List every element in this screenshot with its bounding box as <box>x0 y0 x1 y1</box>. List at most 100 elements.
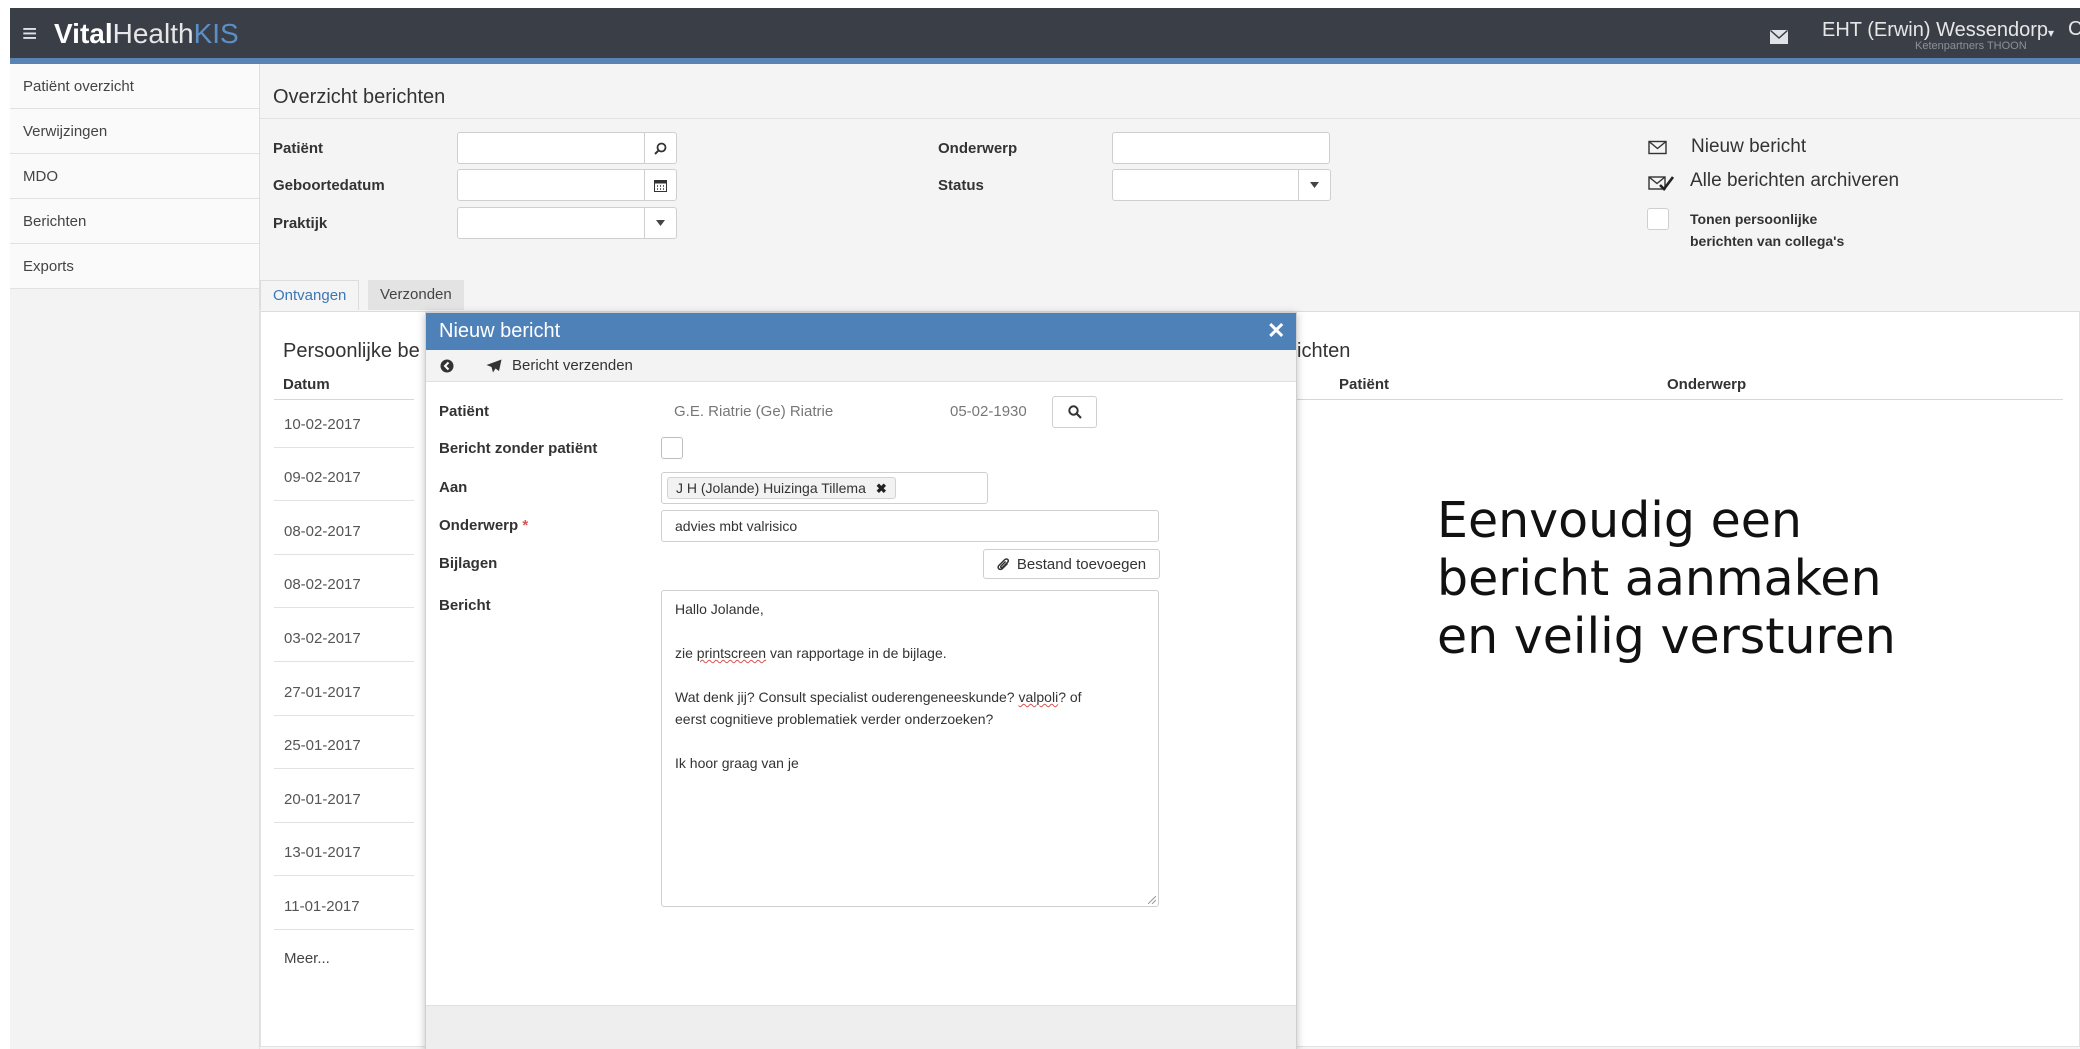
recipient-chip: J H (Jolande) Huizinga Tillema ✖ <box>667 477 896 499</box>
dialog-title: Nieuw bericht <box>439 320 561 342</box>
dialog-patient-dob: 05-02-1930 <box>950 403 1027 420</box>
table-row-date[interactable]: 03-02-2017 <box>284 630 361 647</box>
filter-patient-input[interactable] <box>457 132 645 164</box>
calendar-icon <box>654 179 667 192</box>
caret-down-icon <box>1310 182 1319 188</box>
message-text: Wat denk jij? Consult specialist ouderen… <box>675 689 1019 705</box>
promo-tagline-line2: bericht aanmaken <box>1437 550 1882 607</box>
brand-part-kis: KIS <box>193 18 239 49</box>
send-message-button[interactable]: Bericht verzenden <box>512 357 633 374</box>
add-file-button[interactable]: Bestand toevoegen <box>983 549 1160 579</box>
header-extra-icon[interactable]: C <box>2068 18 2080 41</box>
dialog-header: Nieuw bericht ✕ <box>426 313 1296 350</box>
message-line: eerst cognitieve problematiek verder ond… <box>675 711 994 727</box>
to-label: Aan <box>439 479 468 496</box>
patient-lookup-button[interactable] <box>1052 396 1097 428</box>
promo-tagline-line1: Eenvoudig een <box>1437 492 1802 549</box>
row-divider <box>274 554 414 555</box>
mail-icon[interactable] <box>1770 30 1788 44</box>
right-table-header-line <box>1283 399 2063 400</box>
brand-part-vital: Vital <box>54 18 113 49</box>
attachments-label: Bijlagen <box>439 555 498 572</box>
resize-grip-icon[interactable] <box>1148 896 1156 904</box>
recipient-chip-label: J H (Jolande) Huizinga Tillema <box>676 480 866 496</box>
message-blank-line <box>675 620 1145 642</box>
left-table-header-line <box>274 399 414 400</box>
misspelled-word: valpoli <box>1018 689 1059 705</box>
back-circle-icon[interactable] <box>440 359 454 373</box>
practice-dropdown-button[interactable] <box>644 207 677 239</box>
no-patient-label: Bericht zonder patiënt <box>439 440 598 457</box>
menu-icon[interactable]: ≡ <box>22 18 37 48</box>
column-patient-header[interactable]: Patiënt <box>1339 376 1389 393</box>
row-divider <box>274 715 414 716</box>
sidebar-item-patient-overview[interactable]: Patiënt overzicht <box>10 64 259 109</box>
filter-practice-select[interactable] <box>457 207 645 239</box>
sidebar-item-mdo[interactable]: MDO <box>10 154 259 199</box>
recipient-field[interactable]: J H (Jolande) Huizinga Tillema ✖ <box>661 472 988 504</box>
new-message-link[interactable]: Nieuw bericht <box>1691 136 1806 158</box>
row-divider <box>274 822 414 823</box>
user-menu-caret-icon[interactable]: ▾ <box>2048 26 2054 40</box>
no-patient-checkbox[interactable] <box>661 437 683 459</box>
show-personal-label-line1: Tonen persoonlijke <box>1690 211 1818 227</box>
tab-received[interactable]: Ontvangen <box>260 280 360 310</box>
subject-label-text: Onderwerp <box>439 517 519 534</box>
filter-birthdate-label: Geboortedatum <box>273 177 385 194</box>
archive-check-icon <box>1648 176 1674 191</box>
birthdate-calendar-button[interactable] <box>644 169 677 201</box>
table-row-date[interactable]: 20-01-2017 <box>284 791 361 808</box>
table-row-date[interactable]: 09-02-2017 <box>284 469 361 486</box>
table-row-date[interactable]: 08-02-2017 <box>284 523 361 540</box>
tab-sent[interactable]: Verzonden <box>368 280 464 310</box>
filter-subject-input[interactable] <box>1112 132 1330 164</box>
personal-messages-title: Persoonlijke be <box>283 340 420 362</box>
sidebar-item-exports[interactable]: Exports <box>10 244 259 289</box>
table-row-date[interactable]: 25-01-2017 <box>284 737 361 754</box>
filter-status-select[interactable] <box>1112 169 1299 201</box>
dialog-toolbar: Bericht verzenden <box>426 350 1296 382</box>
show-personal-checkbox[interactable] <box>1647 208 1669 230</box>
message-blank-line <box>675 730 1145 752</box>
message-label: Bericht <box>439 597 491 614</box>
row-divider <box>274 607 414 608</box>
row-divider <box>274 875 414 876</box>
table-row-date[interactable]: 27-01-2017 <box>284 684 361 701</box>
brand-logo: VitalHealthKIS <box>54 18 239 50</box>
show-personal-label-line2: berichten van collega's <box>1690 233 1845 249</box>
table-row-date[interactable]: 13-01-2017 <box>284 844 361 861</box>
row-divider <box>274 661 414 662</box>
archive-all-link[interactable]: Alle berichten archiveren <box>1690 170 1899 192</box>
close-icon[interactable]: ✕ <box>1267 319 1285 343</box>
filter-birthdate-input[interactable] <box>457 169 645 201</box>
column-subject-header[interactable]: Onderwerp <box>1667 376 1746 393</box>
dialog-patient-label: Patiënt <box>439 403 490 420</box>
patient-search-button[interactable] <box>644 132 677 164</box>
table-row-date[interactable]: 10-02-2017 <box>284 416 361 433</box>
app-window: ≡ VitalHealthKIS EHT (Erwin) Wessendorp … <box>10 8 2080 1049</box>
message-blank-line <box>675 664 1145 686</box>
sidebar-item-messages[interactable]: Berichten <box>10 199 259 244</box>
search-icon <box>654 142 667 155</box>
more-link[interactable]: Meer... <box>284 950 330 967</box>
column-date-header[interactable]: Datum <box>283 376 330 393</box>
title-divider <box>260 118 2080 119</box>
message-body-textarea[interactable]: Hallo Jolande, zie printscreen van rappo… <box>661 590 1159 907</box>
table-row-date[interactable]: 11-01-2017 <box>284 898 360 915</box>
row-divider <box>274 768 414 769</box>
remove-recipient-icon[interactable]: ✖ <box>876 481 887 496</box>
subject-input[interactable]: advies mbt valrisico <box>661 510 1159 542</box>
new-message-dialog: Nieuw bericht ✕ Bericht verzenden Patiën… <box>425 312 1297 1049</box>
table-row-date[interactable]: 08-02-2017 <box>284 576 361 593</box>
send-icon[interactable] <box>486 359 502 373</box>
search-icon <box>1067 405 1082 419</box>
envelope-icon <box>1648 140 1667 155</box>
sidebar-item-referrals[interactable]: Verwijzingen <box>10 109 259 154</box>
status-dropdown-button[interactable] <box>1298 169 1331 201</box>
page-title: Overzicht berichten <box>273 86 446 108</box>
dialog-footer <box>426 1005 1296 1049</box>
filter-subject-label: Onderwerp <box>938 140 1018 157</box>
message-line: Ik hoor graag van je <box>675 755 799 771</box>
promo-tagline-line3: en veilig versturen <box>1437 608 1896 665</box>
user-name[interactable]: EHT (Erwin) Wessendorp <box>1822 18 2048 42</box>
